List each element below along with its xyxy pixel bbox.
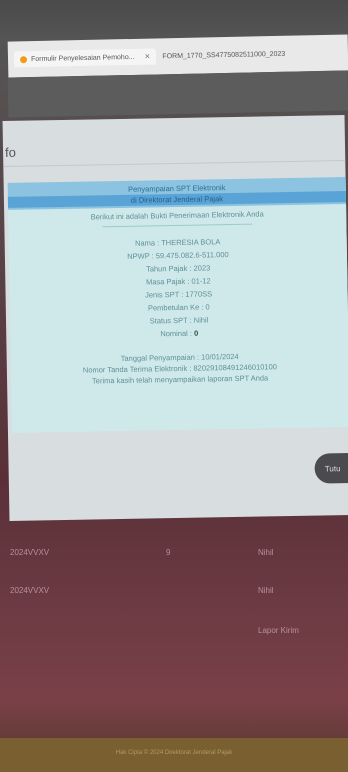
lapor-kirim-link[interactable]: Lapor Kirim — [258, 626, 299, 635]
page-footer: Hak Cipta © 2024 Direktorat Jenderal Paj… — [0, 738, 348, 772]
tab-close-icon[interactable]: ✕ — [144, 53, 150, 61]
cell: Nihil — [258, 586, 274, 595]
modal-header: fo — [2, 115, 346, 168]
tab-label: Formulir Penyelesaian Pemoho... — [30, 53, 135, 63]
cell: Nihil — [258, 548, 274, 557]
nominal-label: Nominal : — [160, 328, 193, 339]
close-button[interactable]: Tutu — [314, 452, 348, 484]
browser-toolbar — [7, 70, 348, 118]
receipt-info-box: Penyampaian SPT Elektronik di Direktorat… — [7, 177, 348, 433]
cell: 9 — [166, 548, 171, 557]
table-row: 2024VVXV Nihil — [0, 586, 348, 606]
divider — [102, 223, 253, 228]
info-modal: fo Penyampaian SPT Elektronik di Direkto… — [2, 115, 348, 521]
nominal-value: 0 — [193, 328, 199, 338]
table-row: Lapor Kirim — [0, 626, 348, 646]
tab-label: FORM_1770_SS4775082511000_2023 — [162, 50, 286, 60]
browser-tab-2[interactable]: FORM_1770_SS4775082511000_2023 — [162, 50, 285, 60]
tab-favicon-icon — [19, 55, 28, 63]
modal-title: fo — [4, 144, 17, 160]
cell: 2024VVXV — [10, 548, 50, 557]
cell: 2024VVXV — [10, 586, 50, 595]
background-table: 2024VVXV 9 Nihil 2024VVXV Nihil Lapor Ki… — [0, 530, 348, 750]
browser-tab-1[interactable]: Formulir Penyelesaian Pemoho... ✕ — [13, 48, 157, 68]
table-row: 2024VVXV 9 Nihil — [0, 548, 348, 568]
receipt-rows: Nama : THERESIA BOLA NPWP : 59.475.082.6… — [9, 231, 348, 343]
